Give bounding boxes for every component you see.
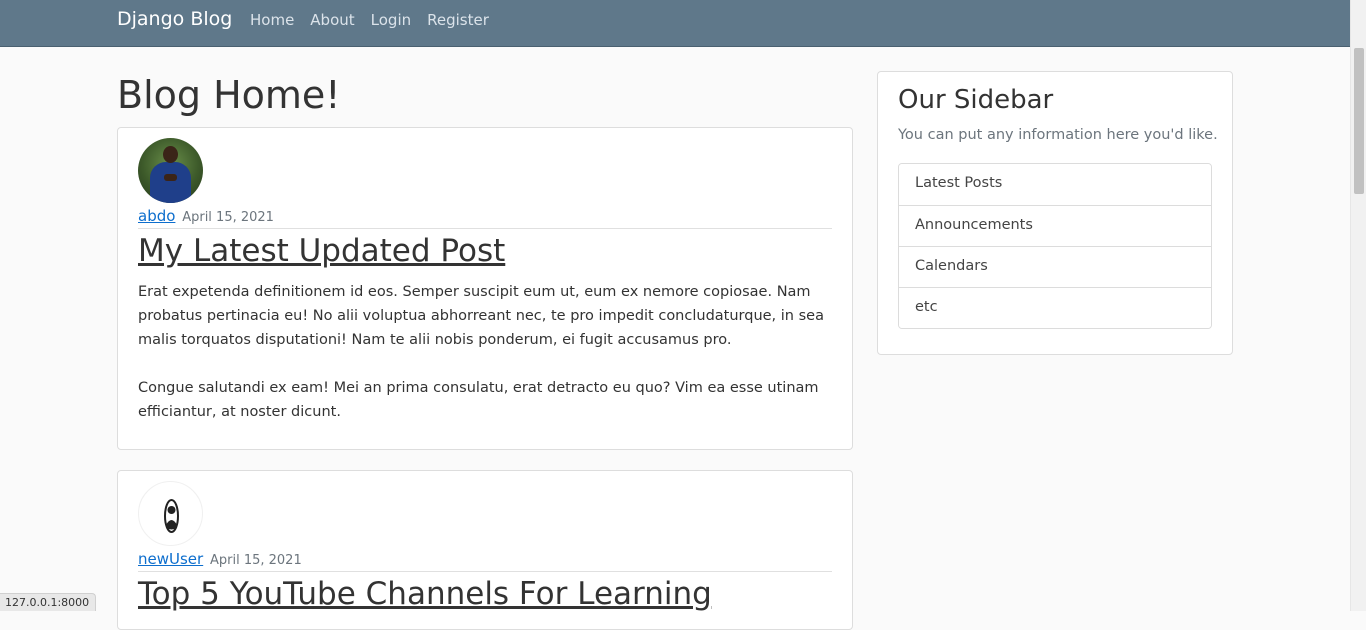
avatar-hands <box>164 174 177 181</box>
sidebar-item-announcements[interactable]: Announcements <box>899 205 1211 246</box>
post-meta: newUser April 15, 2021 <box>138 550 302 568</box>
author-link[interactable]: abdo <box>138 207 175 225</box>
post-date: April 15, 2021 <box>210 553 302 568</box>
sidebar-title: Our Sidebar <box>898 85 1053 115</box>
sidebar-list: Latest Posts Announcements Calendars etc <box>898 163 1212 329</box>
meta-divider <box>138 571 832 572</box>
author-link[interactable]: newUser <box>138 550 203 568</box>
sidebar-item-latest-posts[interactable]: Latest Posts <box>899 164 1211 205</box>
avatar-figure <box>150 162 191 203</box>
post-date: April 15, 2021 <box>182 210 274 225</box>
nav-link-register[interactable]: Register <box>427 11 489 29</box>
page-title: Blog Home! <box>117 73 341 117</box>
post-title-link[interactable]: My Latest Updated Post <box>138 233 505 269</box>
meta-divider <box>138 228 832 229</box>
scrollbar-thumb[interactable] <box>1354 48 1364 194</box>
nav-link-home[interactable]: Home <box>250 11 294 29</box>
status-url-tooltip: 127.0.0.1:8000 <box>0 593 96 611</box>
brand-link[interactable]: Django Blog <box>117 8 232 30</box>
post-paragraph: Erat expetenda definitionem id eos. Semp… <box>138 280 832 352</box>
author-avatar <box>138 138 203 203</box>
nav-link-login[interactable]: Login <box>371 11 411 29</box>
post-title-link[interactable]: Top 5 YouTube Channels For Learning <box>138 576 712 612</box>
sidebar-card: Our Sidebar You can put any information … <box>877 71 1233 355</box>
nav-link-about[interactable]: About <box>310 11 354 29</box>
post-card: abdo April 15, 2021 My Latest Updated Po… <box>117 127 853 450</box>
post-card: newUser April 15, 2021 Top 5 YouTube Cha… <box>117 470 853 630</box>
post-paragraph: Congue salutandi ex eam! Mei an prima co… <box>138 376 832 424</box>
nav-links: Home About Login Register <box>250 11 489 29</box>
top-navbar: Django Blog Home About Login Register <box>0 0 1366 47</box>
person-silhouette-icon <box>139 482 203 546</box>
sidebar-item-etc[interactable]: etc <box>899 287 1211 328</box>
post-meta: abdo April 15, 2021 <box>138 207 274 225</box>
sidebar-item-calendars[interactable]: Calendars <box>899 246 1211 287</box>
avatar-head <box>163 146 178 163</box>
vertical-scrollbar[interactable] <box>1350 0 1366 611</box>
post-content: Erat expetenda definitionem id eos. Semp… <box>138 280 832 448</box>
author-avatar <box>138 481 203 546</box>
sidebar-description: You can put any information here you'd l… <box>898 127 1218 143</box>
